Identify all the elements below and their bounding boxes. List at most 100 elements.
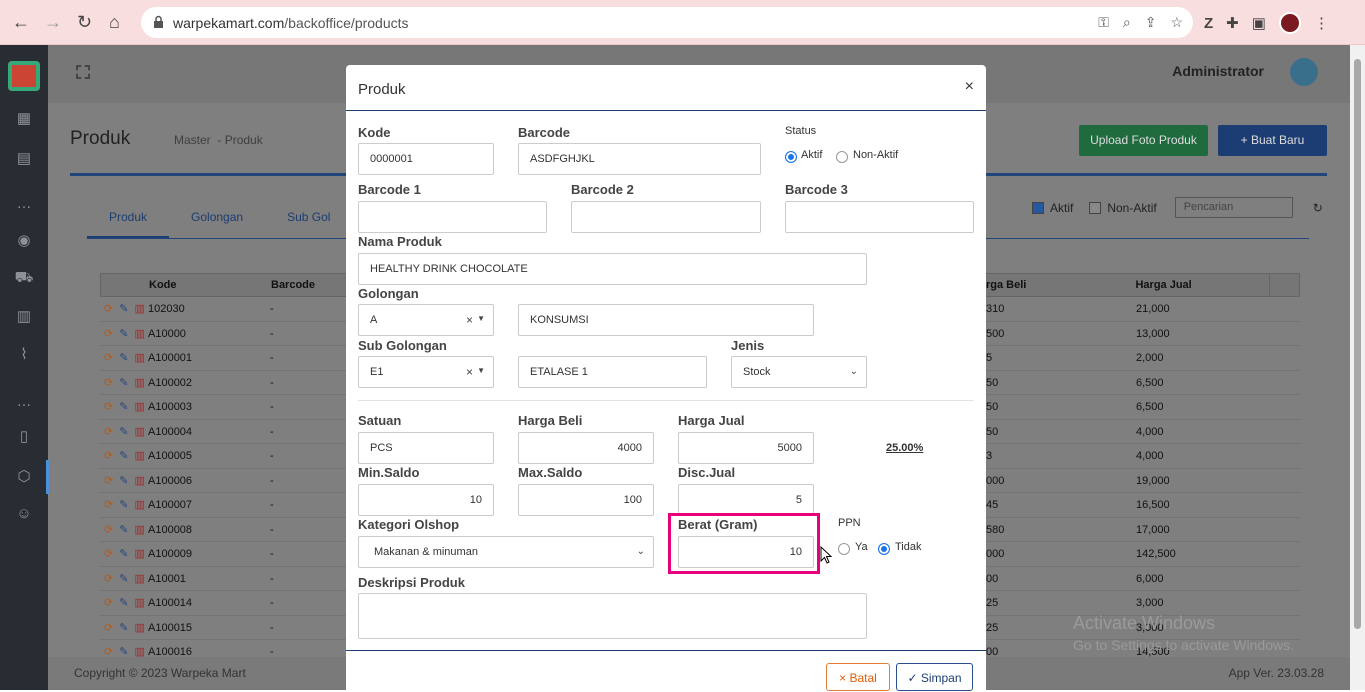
clear-icon-2[interactable]: ×: [466, 365, 473, 379]
paperclip-icon[interactable]: ⌇: [14, 345, 34, 365]
tab-produk[interactable]: Produk: [87, 206, 170, 238]
kategori-olshop-select[interactable]: Makanan & minuman ⌄: [358, 536, 654, 568]
col-harga-beli[interactable]: rga Beli: [982, 274, 1131, 296]
home-icon[interactable]: ⌂: [109, 12, 120, 32]
puzzle-icon[interactable]: ✚: [1226, 14, 1239, 32]
cancel-button[interactable]: × Batal: [826, 663, 890, 691]
sub-golongan-name-input[interactable]: ETALASE 1: [518, 356, 707, 388]
edit-icon[interactable]: ✎: [119, 425, 128, 444]
harga-jual-input[interactable]: 5000: [678, 432, 814, 464]
restore-icon[interactable]: ⟳: [104, 376, 113, 395]
satuan-input[interactable]: PCS: [358, 432, 494, 464]
upload-photo-button[interactable]: Upload Foto Produk: [1079, 125, 1208, 156]
tab-subgol[interactable]: Sub Gol: [265, 206, 352, 238]
sub-golongan-select[interactable]: E1 × ▼: [358, 356, 494, 388]
restore-icon[interactable]: ⟳: [104, 400, 113, 419]
min-saldo-input[interactable]: 10: [358, 484, 494, 516]
book-icon[interactable]: ▯: [14, 427, 34, 447]
sidepanel-icon[interactable]: ▣: [1252, 14, 1266, 32]
save-button[interactable]: ✓ Simpan: [896, 663, 973, 691]
restore-icon[interactable]: ⟳: [104, 302, 113, 321]
extension-z-icon[interactable]: Z: [1204, 15, 1213, 32]
broadcast-icon[interactable]: ◉: [14, 231, 34, 251]
margin-percent[interactable]: 25.00%: [886, 442, 923, 454]
restore-icon[interactable]: ⟳: [104, 327, 113, 346]
address-bar[interactable]: warpekamart.com/backoffice/products ⚿ ⌕ …: [141, 7, 1193, 38]
page-scrollbar[interactable]: [1350, 45, 1365, 690]
admin-avatar[interactable]: [1290, 58, 1318, 86]
edit-icon[interactable]: ✎: [119, 523, 128, 542]
profile-avatar[interactable]: [1278, 12, 1301, 34]
restore-icon[interactable]: ⟳: [104, 498, 113, 517]
restore-icon[interactable]: ⟳: [104, 425, 113, 444]
tab-golongan[interactable]: Golongan: [169, 206, 265, 238]
edit-icon[interactable]: ✎: [119, 449, 128, 468]
edit-icon[interactable]: ✎: [119, 327, 128, 346]
calculator-icon[interactable]: ▥: [14, 307, 34, 327]
jenis-select[interactable]: Stock ⌄: [731, 356, 867, 388]
golongan-select[interactable]: A × ▼: [358, 304, 494, 336]
kode-input[interactable]: 0000001: [358, 143, 494, 175]
restore-icon[interactable]: ⟳: [104, 621, 113, 640]
clear-icon[interactable]: ×: [466, 313, 473, 327]
status-nonaktif-radio[interactable]: [836, 151, 848, 163]
edit-icon[interactable]: ✎: [119, 596, 128, 615]
restore-icon[interactable]: ⟳: [104, 547, 113, 566]
restore-icon[interactable]: ⟳: [104, 474, 113, 493]
refresh-icon[interactable]: ↻: [1313, 201, 1323, 215]
ppn-ya-radio[interactable]: [838, 543, 850, 555]
menu-icon[interactable]: ⋮: [1314, 14, 1329, 32]
more-icon[interactable]: …: [14, 195, 34, 215]
aktif-checkbox[interactable]: [1032, 201, 1044, 214]
clipboard-icon[interactable]: ▤: [14, 149, 34, 169]
status-aktif-radio[interactable]: [785, 151, 797, 163]
nama-produk-input[interactable]: HEALTHY DRINK CHOCOLATE: [358, 253, 867, 285]
key-icon[interactable]: ⚿: [1098, 14, 1109, 31]
restore-icon[interactable]: ⟳: [104, 351, 113, 370]
edit-icon[interactable]: ✎: [119, 572, 128, 591]
edit-icon[interactable]: ✎: [119, 302, 128, 321]
share-icon[interactable]: ⇪: [1145, 14, 1157, 31]
harga-beli-input[interactable]: 4000: [518, 432, 654, 464]
create-new-button[interactable]: + Buat Baru: [1218, 125, 1327, 156]
breadcrumb-master[interactable]: Master: [174, 133, 211, 147]
deskripsi-textarea[interactable]: [358, 593, 867, 639]
edit-icon[interactable]: ✎: [119, 474, 128, 493]
box-icon[interactable]: ⬡: [14, 467, 34, 487]
edit-icon[interactable]: ✎: [119, 351, 128, 370]
edit-icon[interactable]: ✎: [119, 400, 128, 419]
admin-name[interactable]: Administrator: [1172, 63, 1264, 79]
more-icon-2[interactable]: …: [14, 393, 34, 413]
fullscreen-icon[interactable]: [76, 65, 90, 79]
edit-icon[interactable]: ✎: [119, 376, 128, 395]
back-icon[interactable]: ←: [12, 12, 30, 32]
restore-icon[interactable]: ⟳: [104, 572, 113, 591]
golongan-name-input[interactable]: KONSUMSI: [518, 304, 814, 336]
star-icon[interactable]: ☆: [1170, 14, 1183, 31]
barcode-input[interactable]: ASDFGHJKL: [518, 143, 761, 175]
edit-icon[interactable]: ✎: [119, 498, 128, 517]
zoom-icon[interactable]: ⌕: [1123, 14, 1131, 31]
barcode1-input[interactable]: [358, 201, 547, 233]
dashboard-icon[interactable]: ▦: [14, 109, 34, 129]
edit-icon[interactable]: ✎: [119, 547, 128, 566]
nonaktif-checkbox[interactable]: [1089, 201, 1102, 214]
scrollbar-thumb[interactable]: [1354, 59, 1361, 629]
close-icon[interactable]: ×: [965, 78, 974, 96]
disc-jual-input[interactable]: 5: [678, 484, 814, 516]
search-input[interactable]: Pencarian: [1174, 197, 1293, 218]
ppn-tidak-radio[interactable]: [878, 543, 890, 555]
users-icon[interactable]: ☺: [14, 505, 34, 525]
reload-icon[interactable]: ↻: [77, 12, 92, 32]
edit-icon[interactable]: ✎: [119, 621, 128, 640]
barcode2-input[interactable]: [571, 201, 761, 233]
cart-icon[interactable]: ⛟: [14, 269, 34, 289]
col-harga-jual[interactable]: Harga Jual: [1131, 274, 1269, 296]
forward-icon[interactable]: →: [44, 12, 62, 32]
col-kode[interactable]: Kode: [145, 274, 267, 296]
barcode3-input[interactable]: [785, 201, 974, 233]
restore-icon[interactable]: ⟳: [104, 523, 113, 542]
max-saldo-input[interactable]: 100: [518, 484, 654, 516]
restore-icon[interactable]: ⟳: [104, 449, 113, 468]
restore-icon[interactable]: ⟳: [104, 596, 113, 615]
